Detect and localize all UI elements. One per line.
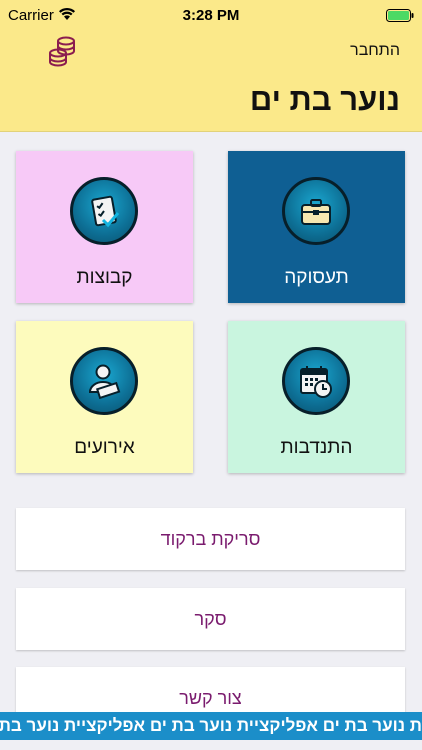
status-bar: Carrier 3:28 PM (0, 0, 422, 30)
person-ticket-icon (70, 347, 138, 415)
survey-button[interactable]: סקר (16, 588, 405, 650)
bottom-safe-area (0, 740, 422, 750)
ticker-banner: ת נוער בת ים אפליקציית נוער בת ים אפליקצ… (0, 712, 422, 740)
tile-volunteering-label: התנדבות (280, 437, 353, 458)
tile-events[interactable]: אירועים (16, 321, 193, 473)
tile-groups-label: קבוצות (76, 267, 133, 288)
coins-icon[interactable] (46, 34, 80, 68)
app-header: Carrier 3:28 PM התחבר נוער בת ים (0, 0, 422, 132)
tile-employment-label: תעסוקה (284, 267, 349, 288)
app-title: נוער בת ים (249, 82, 400, 117)
tile-events-label: אירועים (74, 437, 135, 458)
tile-employment[interactable]: תעסוקה (228, 151, 405, 303)
status-time: 3:28 PM (182, 7, 240, 24)
calendar-clock-icon (282, 347, 350, 415)
login-link[interactable]: התחבר (350, 42, 400, 60)
barcode-scan-button[interactable]: סריקת ברקוד (16, 508, 405, 570)
checklist-icon (70, 177, 138, 245)
tile-volunteering[interactable]: התנדבות (228, 321, 405, 473)
briefcase-icon (282, 177, 350, 245)
battery-icon (386, 9, 414, 22)
ticker-text: ת נוער בת ים אפליקציית נוער בת ים אפליקצ… (0, 716, 422, 735)
tile-groups[interactable]: קבוצות (16, 151, 193, 303)
